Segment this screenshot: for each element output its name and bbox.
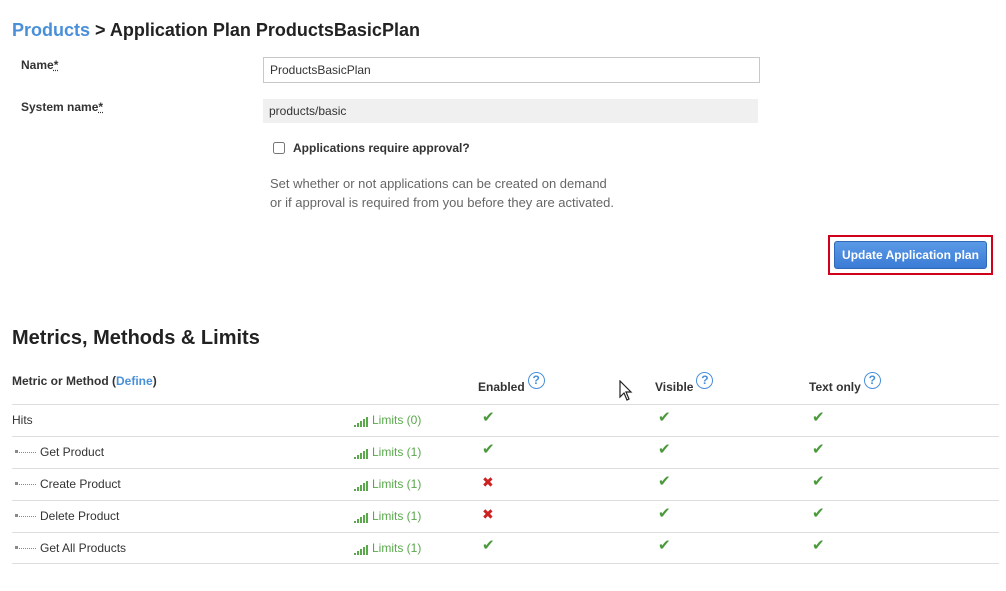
help-icon[interactable]: ?: [527, 372, 545, 389]
approval-hint: Set whether or not applications can be c…: [270, 176, 614, 210]
visible-check-icon[interactable]: ✔: [658, 538, 671, 554]
table-row: Get All Products Limits (1) ✔ ✔ ✔: [12, 532, 999, 564]
limits-link[interactable]: Limits (1): [354, 541, 421, 555]
required-marker: *: [53, 58, 59, 72]
limits-link[interactable]: Limits (1): [354, 509, 421, 523]
enabled-check-icon[interactable]: ✔: [482, 410, 495, 426]
help-icon[interactable]: ?: [863, 372, 881, 389]
metric-name: Hits: [12, 413, 33, 427]
signal-bars-icon: [354, 449, 369, 459]
column-header-text-only: Text only?: [809, 372, 881, 394]
method-name: Create Product: [40, 477, 121, 491]
limits-link[interactable]: Limits (1): [354, 445, 421, 459]
name-label: Name*: [21, 58, 59, 72]
text-only-check-icon[interactable]: ✔: [812, 506, 825, 522]
tree-connector-icon: [15, 481, 36, 485]
page-title: Products > Application Plan ProductsBasi…: [12, 20, 420, 41]
update-button-highlight: Update Application plan: [828, 235, 993, 275]
system-name-label: System name*: [21, 100, 104, 114]
metrics-section-title: Metrics, Methods & Limits: [12, 327, 260, 349]
column-header-metric: Metric or Method (Define): [12, 374, 157, 388]
limits-link[interactable]: Limits (0): [354, 413, 421, 427]
table-row: Create Product Limits (1) ✖ ✔ ✔: [12, 468, 999, 500]
approval-checkbox[interactable]: [273, 142, 285, 154]
text-only-check-icon[interactable]: ✔: [812, 474, 825, 490]
metrics-table: Hits Limits (0) ✔ ✔ ✔ Get Product Limits…: [12, 404, 999, 564]
signal-bars-icon: [354, 513, 369, 523]
required-marker: *: [98, 100, 104, 114]
table-row: Hits Limits (0) ✔ ✔ ✔: [12, 404, 999, 436]
column-header-visible: Visible?: [655, 372, 714, 394]
breadcrumb-separator: >: [95, 20, 106, 40]
define-link[interactable]: Define: [116, 374, 153, 388]
update-application-plan-button[interactable]: Update Application plan: [834, 241, 987, 269]
method-name: Get Product: [40, 445, 105, 459]
tree-connector-icon: [15, 513, 36, 517]
breadcrumb-products-link[interactable]: Products: [12, 20, 90, 40]
text-only-check-icon[interactable]: ✔: [812, 442, 825, 458]
text-only-check-icon[interactable]: ✔: [812, 538, 825, 554]
text-only-check-icon[interactable]: ✔: [812, 410, 825, 426]
tree-connector-icon: [15, 449, 36, 453]
signal-bars-icon: [354, 481, 369, 491]
enabled-check-icon[interactable]: ✔: [482, 538, 495, 554]
breadcrumb-current: Application Plan ProductsBasicPlan: [109, 20, 420, 40]
method-name: Delete Product: [40, 509, 120, 523]
tree-connector-icon: [15, 545, 36, 549]
enabled-cross-icon[interactable]: ✖: [482, 506, 494, 522]
enabled-cross-icon[interactable]: ✖: [482, 474, 494, 490]
approval-row: Applications require approval?: [273, 141, 470, 155]
signal-bars-icon: [354, 417, 369, 427]
visible-check-icon[interactable]: ✔: [658, 442, 671, 458]
approval-label[interactable]: Applications require approval?: [293, 141, 470, 155]
method-name: Get All Products: [40, 541, 127, 555]
table-row: Get Product Limits (1) ✔ ✔ ✔: [12, 436, 999, 468]
signal-bars-icon: [354, 545, 369, 555]
column-header-enabled: Enabled?: [478, 372, 545, 394]
visible-check-icon[interactable]: ✔: [658, 506, 671, 522]
name-input[interactable]: [263, 57, 760, 83]
table-row: Delete Product Limits (1) ✖ ✔ ✔: [12, 500, 999, 532]
enabled-check-icon[interactable]: ✔: [482, 442, 495, 458]
limits-link[interactable]: Limits (1): [354, 477, 421, 491]
help-icon[interactable]: ?: [696, 372, 714, 389]
visible-check-icon[interactable]: ✔: [658, 410, 671, 426]
system-name-value: products/basic: [263, 99, 758, 123]
mouse-pointer-icon: [619, 380, 633, 401]
visible-check-icon[interactable]: ✔: [658, 474, 671, 490]
